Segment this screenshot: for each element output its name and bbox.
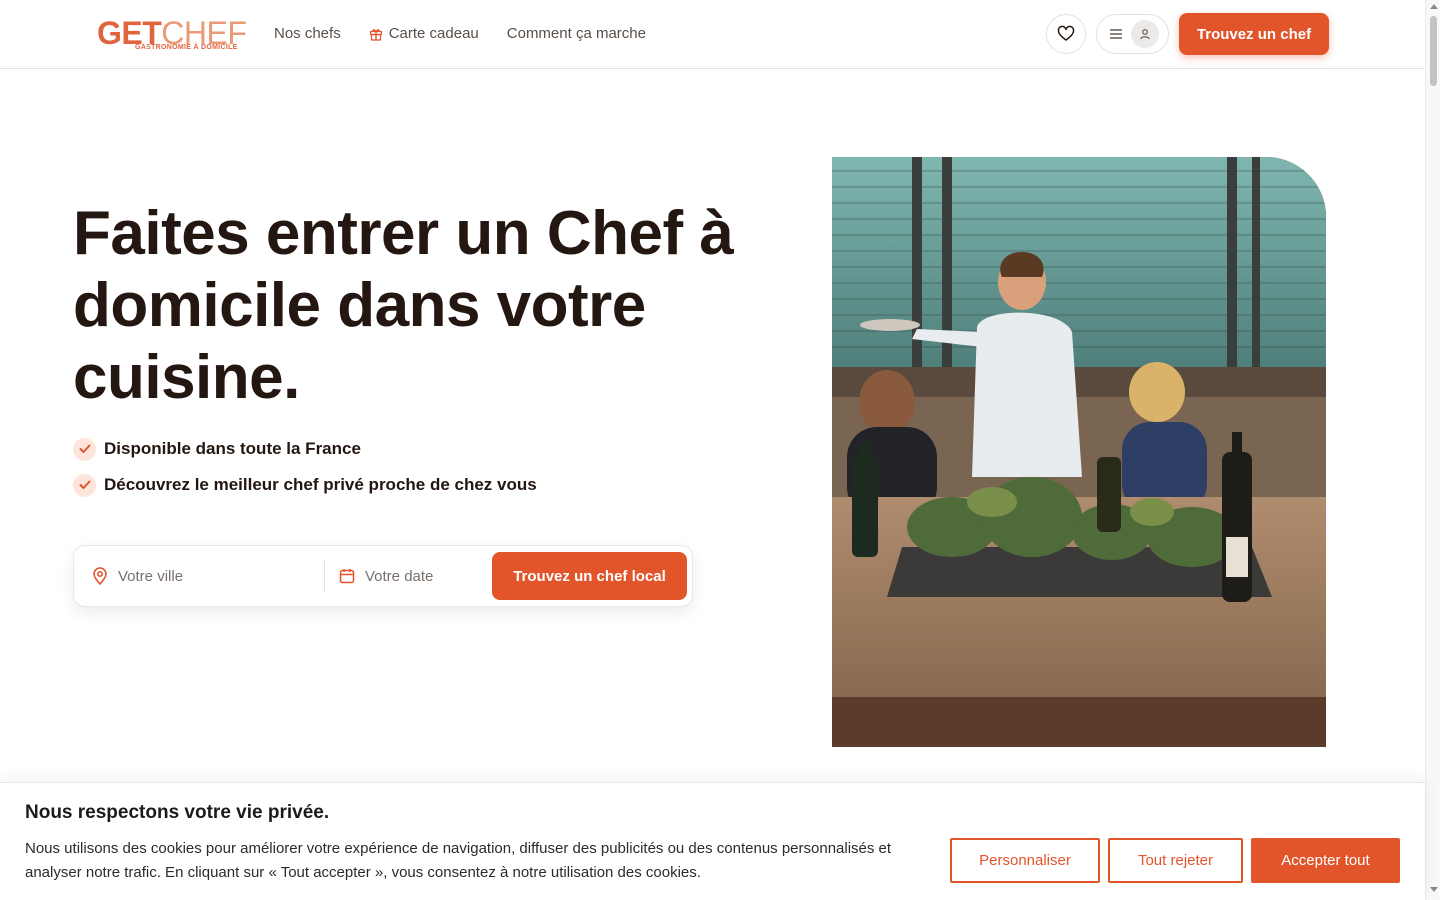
avatar [1131,20,1159,48]
find-chef-button[interactable]: Trouvez un chef [1179,13,1329,55]
main-nav: Nos chefs Carte cadeau Comment ça marche [274,25,646,42]
date-input[interactable]: Votre date [339,546,489,606]
heart-icon [1057,25,1075,41]
logo-tagline: GASTRONOMIE À DOMICILE [135,44,238,51]
find-local-chef-button[interactable]: Trouvez un chef local [492,552,687,600]
chef-search-bar: Votre ville Votre date Trouvez un chef l… [73,545,693,607]
site-header: GETCHEF GASTRONOMIE À DOMICILE Nos chefs… [0,0,1425,69]
chef-serving-guests-image [832,157,1326,747]
cookie-text: Nous utilisons des cookies pour améliore… [25,840,892,881]
hamburger-icon [1110,29,1122,39]
bullet-item: Découvrez le meilleur chef privé proche … [73,472,537,498]
customize-cookies-button[interactable]: Personnaliser [950,838,1100,883]
scroll-up-arrow-icon[interactable] [1430,4,1438,9]
scroll-down-arrow-icon[interactable] [1430,887,1438,892]
cookie-title: Nous respectons votre vie privée. [25,802,330,823]
favorites-button[interactable] [1046,14,1086,54]
nav-carte-cadeau[interactable]: Carte cadeau [369,25,479,42]
bullet-item: Disponible dans toute la France [73,436,537,462]
nav-comment-ca-marche[interactable]: Comment ça marche [507,25,646,42]
user-icon [1140,29,1150,40]
gift-icon [369,28,382,41]
city-input[interactable]: Votre ville [92,546,322,606]
hero-photo [832,157,1326,747]
page-scrollbar[interactable] [1425,0,1440,900]
search-divider [324,560,325,592]
calendar-icon [339,569,355,584]
reject-all-button[interactable]: Tout rejeter [1108,838,1243,883]
user-menu-button[interactable] [1096,14,1169,54]
getchef-logo[interactable]: GETCHEF GASTRONOMIE À DOMICILE [97,15,247,55]
scroll-thumb[interactable] [1430,16,1437,86]
accept-all-button[interactable]: Accepter tout [1251,838,1400,883]
hero-title: Faites entrer un Chef à domicile dans vo… [73,199,734,412]
hero-bullets: Disponible dans toute la France Découvre… [73,436,537,508]
cookie-banner: Nous respectons votre vie privée. Nous u… [0,782,1425,900]
nav-nos-chefs[interactable]: Nos chefs [274,25,341,42]
check-icon [73,437,96,461]
map-pin-icon [93,567,107,585]
check-icon [73,473,96,497]
